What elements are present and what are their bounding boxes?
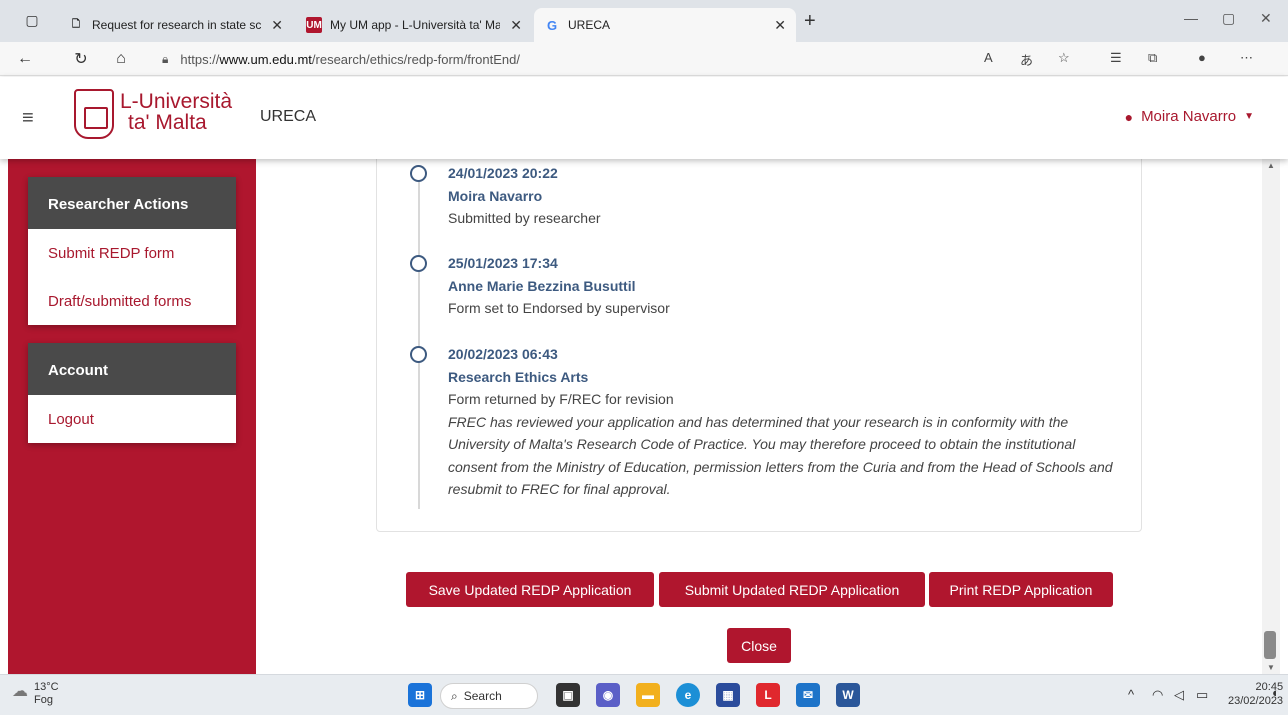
site-header: ≡ L-Università ta' Malta URECA ● Moira N… — [0, 77, 1288, 159]
university-crest-logo[interactable] — [74, 89, 114, 139]
maximize-icon[interactable]: ▢ — [1222, 10, 1235, 27]
scroll-down-icon[interactable]: ▼ — [1267, 663, 1275, 672]
page-scrollbar[interactable]: ▲ ▼ — [1262, 159, 1280, 674]
close-icon[interactable]: ✕ — [774, 17, 786, 34]
weather-condition: Fog — [34, 694, 53, 706]
close-button[interactable]: Close — [727, 628, 791, 663]
university-logo-text[interactable]: L-Università ta' Malta — [120, 91, 232, 133]
url-prefix: https:// — [180, 51, 220, 67]
more-icon[interactable]: ⋯ — [1240, 50, 1253, 66]
store-icon[interactable]: ▦ — [716, 683, 740, 707]
researcher-actions-panel: Researcher Actions Submit REDP form Draf… — [28, 177, 236, 325]
lock-icon: 🔒︎ — [162, 51, 169, 66]
tab-research-request[interactable]: 🗋 Request for research in state scho ✕ — [58, 8, 293, 42]
entry-date: 25/01/2023 17:34 — [448, 255, 558, 271]
mail-icon[interactable]: ✉ — [796, 683, 820, 707]
window-close-icon[interactable]: ✕ — [1260, 10, 1272, 27]
page-icon: 🗋 — [71, 18, 81, 30]
um-favicon: UM — [306, 17, 322, 33]
sidebar-item-draft-forms[interactable]: Draft/submitted forms — [28, 277, 236, 325]
close-icon[interactable]: ✕ — [510, 17, 522, 34]
user-menu[interactable]: ● Moira Navarro ▼ — [1125, 108, 1254, 125]
taskbar-search-label: Search — [463, 689, 502, 703]
app-name: URECA — [260, 108, 317, 125]
panel-title: Account — [28, 343, 236, 395]
tray-chevron-up-icon[interactable]: ^ — [1128, 687, 1134, 702]
scroll-up-icon[interactable]: ▲ — [1267, 161, 1275, 170]
address-bar-row: ← ↻ ⌂ 🔒︎ https://www.um.edu.mt/research/… — [0, 42, 1288, 76]
search-icon: ⌕ — [451, 688, 458, 703]
favorite-icon[interactable]: ☆ — [1058, 50, 1070, 66]
home-icon[interactable]: ⌂ — [110, 48, 132, 70]
task-view-icon[interactable]: ▣ — [556, 683, 580, 707]
print-application-button[interactable]: Print REDP Application — [929, 572, 1113, 607]
sidebar-item-submit-redp[interactable]: Submit REDP form — [28, 229, 236, 277]
sidebar: Researcher Actions Submit REDP form Draf… — [8, 159, 256, 674]
weather-temperature: 13°C — [34, 681, 59, 693]
entry-name: Moira Navarro — [448, 187, 543, 204]
refresh-icon[interactable]: ↻ — [70, 48, 92, 70]
read-aloud-icon[interactable]: A — [984, 50, 993, 65]
volume-icon[interactable]: ◁ — [1174, 687, 1184, 703]
timeline-marker-icon — [410, 346, 427, 363]
url-field[interactable]: 🔒︎ https://www.um.edu.mt/research/ethics… — [162, 46, 1122, 72]
fog-icon: ☁ — [12, 683, 28, 700]
entry-note: FREC has reviewed your application and h… — [448, 413, 1113, 498]
timeline-marker-icon — [410, 165, 427, 182]
tab-title: My UM app - L-Università ta' Malta — [330, 18, 501, 32]
profile-icon[interactable]: ● — [1198, 50, 1206, 65]
windows-start-icon[interactable]: ⊞ — [408, 683, 432, 707]
user-name: Moira Navarro — [1141, 108, 1237, 125]
entry-description: Submitted by researcher — [448, 210, 601, 226]
wifi-icon[interactable]: ◠ — [1152, 687, 1163, 703]
entry-name: Anne Marie Bezzina Busuttil — [448, 277, 636, 294]
google-favicon: G — [546, 17, 558, 33]
scrollbar-thumb[interactable] — [1264, 631, 1276, 659]
battery-icon[interactable]: ▭ — [1196, 687, 1208, 703]
collections-icon[interactable]: ⧉ — [1148, 50, 1157, 66]
user-icon: ● — [1124, 108, 1134, 125]
close-icon[interactable]: ✕ — [271, 17, 283, 34]
account-panel: Account Logout — [28, 343, 236, 443]
panel-title: Researcher Actions — [28, 177, 236, 229]
tab-title: Request for research in state scho — [92, 18, 262, 32]
taskbar: ☁ 13°C Fog ⊞ ⌕ Search ▣ ◉ ▬ e ▦ L ✉ W ^ … — [0, 674, 1288, 715]
tab-ureca[interactable]: G URECA ✕ — [534, 8, 796, 42]
file-explorer-icon[interactable]: ▬ — [636, 683, 660, 707]
entry-name: Research Ethics Arts — [448, 368, 589, 385]
logo-line-1: L-Università — [120, 90, 233, 113]
main-content: 24/01/2023 20:22 Moira Navarro Submitted… — [256, 159, 1262, 674]
logo-line-2: ta' Malta — [128, 111, 207, 134]
new-tab-icon[interactable]: + — [804, 10, 816, 33]
translate-icon[interactable]: あ — [1020, 50, 1033, 69]
sidebar-item-logout[interactable]: Logout — [28, 395, 236, 443]
chevron-down-icon: ▼ — [1244, 111, 1254, 122]
word-icon[interactable]: W — [836, 683, 860, 707]
tab-actions-icon[interactable]: ▢ — [22, 10, 42, 30]
tab-my-um-app[interactable]: UM My UM app - L-Università ta' Malta ✕ — [296, 8, 532, 42]
timeline-line — [418, 169, 420, 509]
timeline-marker-icon — [410, 255, 427, 272]
entry-date: 20/02/2023 06:43 — [448, 346, 558, 362]
chat-icon[interactable]: ◉ — [596, 683, 620, 707]
menu-icon[interactable]: ≡ — [22, 107, 34, 130]
minimize-icon[interactable]: — — [1184, 10, 1198, 26]
entry-description: Form returned by F/REC for revision — [448, 391, 674, 407]
back-icon[interactable]: ← — [14, 48, 36, 70]
weather-widget[interactable]: ☁ 13°C Fog — [12, 681, 59, 707]
tab-title: URECA — [568, 18, 611, 32]
browser-tab-strip: ▢ 🗋 Request for research in state scho ✕… — [0, 0, 1288, 42]
entry-date: 24/01/2023 20:22 — [448, 165, 558, 181]
url-domain: www.um.edu.mt — [219, 51, 312, 67]
app-l-icon[interactable]: L — [756, 683, 780, 707]
edge-browser-icon[interactable]: e — [676, 683, 700, 707]
url-path: /research/ethics/redp-form/frontEnd/ — [311, 51, 520, 67]
notification-icon[interactable]: ◐ — [1272, 685, 1280, 700]
taskbar-search[interactable]: ⌕ Search — [440, 683, 538, 709]
submit-updated-application-button[interactable]: Submit Updated REDP Application — [659, 572, 925, 607]
entry-description: Form set to Endorsed by supervisor — [448, 300, 670, 316]
save-updated-application-button[interactable]: Save Updated REDP Application — [406, 572, 654, 607]
favorites-list-icon[interactable]: ☰ — [1110, 50, 1122, 66]
